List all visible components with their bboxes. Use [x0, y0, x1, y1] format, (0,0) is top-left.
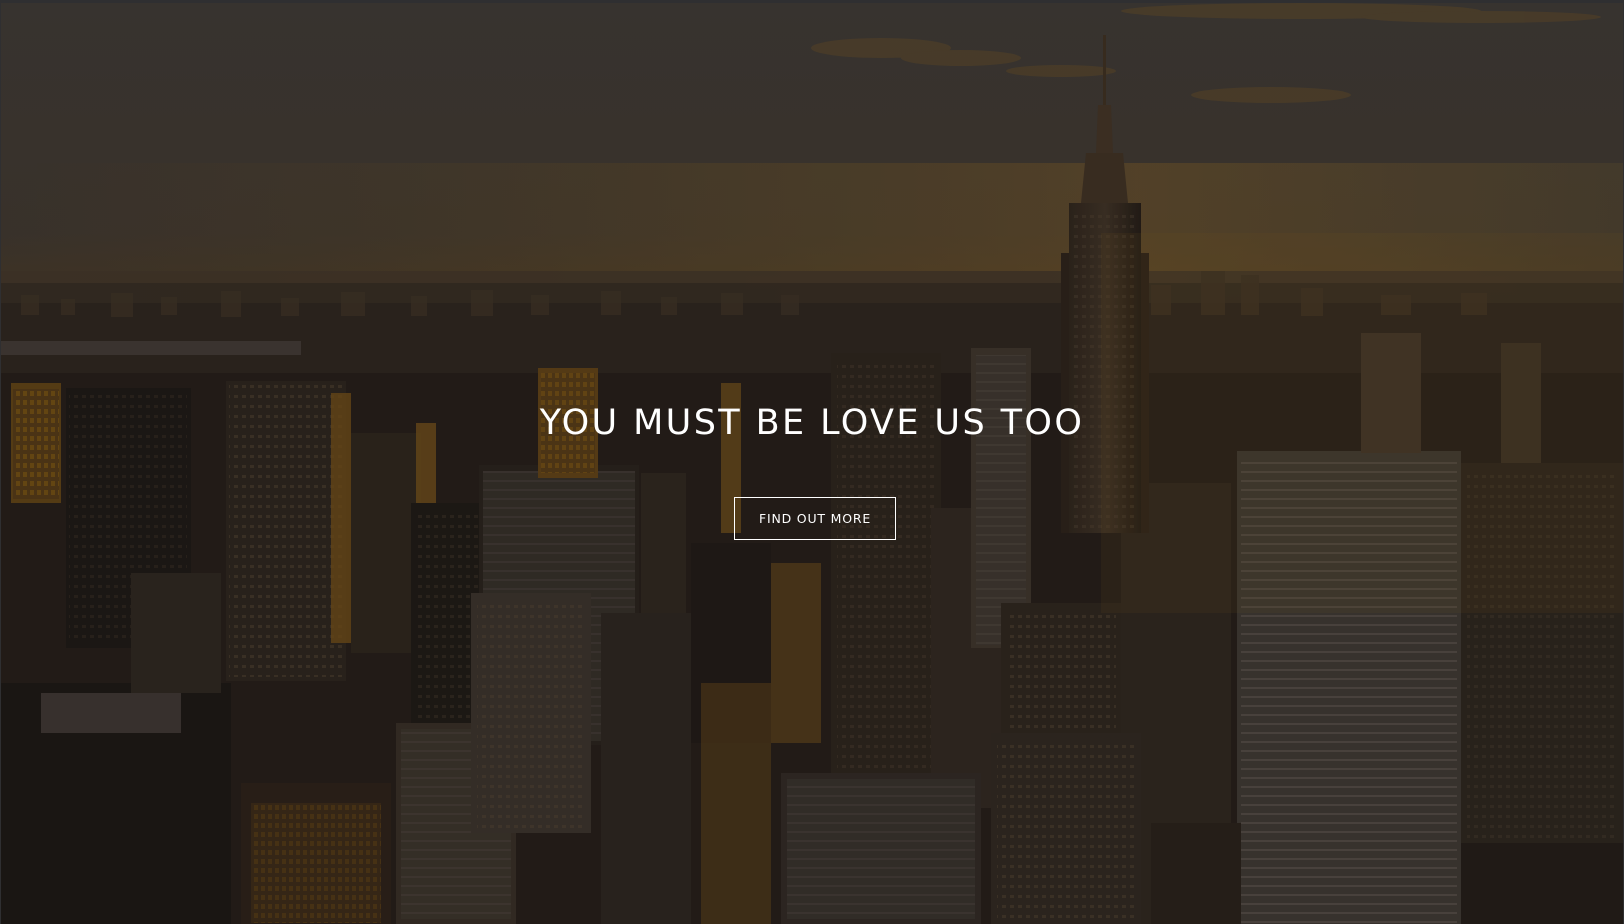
- find-out-more-button[interactable]: FIND OUT MORE: [734, 497, 896, 540]
- hero-section: YOU MUST BE LOVE US TOO FIND OUT MORE: [1, 3, 1623, 924]
- hero-content: YOU MUST BE LOVE US TOO FIND OUT MORE: [1, 3, 1623, 924]
- hero-title: YOU MUST BE LOVE US TOO: [539, 403, 1085, 443]
- page: YOU MUST BE LOVE US TOO FIND OUT MORE: [0, 0, 1624, 924]
